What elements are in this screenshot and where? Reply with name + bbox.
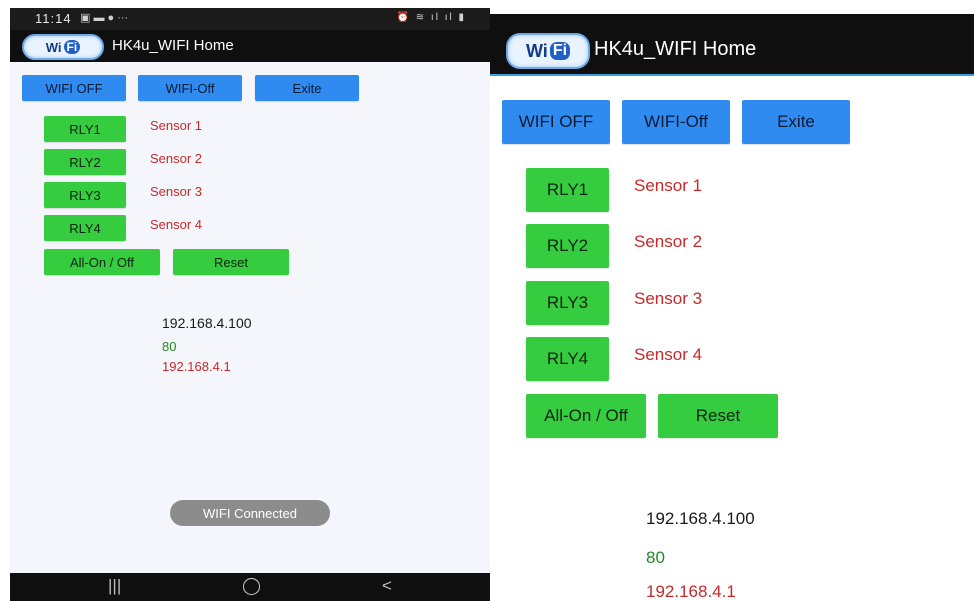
relay-3-button[interactable]: RLY3 <box>44 182 126 208</box>
app-title: HK4u_WIFI Home <box>112 37 234 54</box>
all-on-off-button[interactable]: All-On / Off <box>44 249 160 275</box>
sensor-2-label: Sensor 2 <box>150 151 203 166</box>
reset-button-zoomed[interactable]: Reset <box>658 394 778 438</box>
sensor-1-label: Sensor 1 <box>150 118 203 133</box>
wifi-logo-icon-zoomed: Wi Fi <box>506 33 590 69</box>
wifi-connected-toast: WIFI Connected <box>170 500 330 526</box>
relay-3-button-zoomed[interactable]: RLY3 <box>526 281 609 325</box>
relay-1-button[interactable]: RLY1 <box>44 116 126 142</box>
relay-1-button-zoomed[interactable]: RLY1 <box>526 168 609 212</box>
app-bar-zoomed: Wi Fi HK4u_WIFI Home <box>490 14 974 76</box>
gateway-address: 192.168.4.1 <box>162 359 231 374</box>
all-on-off-button-zoomed[interactable]: All-On / Off <box>526 394 646 438</box>
exit-button[interactable]: Exite <box>255 75 359 101</box>
status-time: 11:14 <box>35 11 72 26</box>
wifi-logo-icon: Wi Fi <box>22 34 104 60</box>
relay-4-button[interactable]: RLY4 <box>44 215 126 241</box>
logo-text-wi-zoomed: Wi <box>525 40 548 61</box>
main-content: WIFI OFF WIFI-Off Exite RLY1 Sensor 1 RL… <box>10 62 490 572</box>
reset-button[interactable]: Reset <box>173 249 289 275</box>
home-icon[interactable]: ◯ <box>242 576 261 596</box>
system-nav-bar: ||| ◯ < <box>10 573 490 601</box>
logo-text-fi-zoomed: Fi <box>549 42 571 60</box>
port-number-zoomed: 80 <box>646 548 665 567</box>
sensor-3-label-zoomed: Sensor 3 <box>634 289 703 308</box>
gateway-address-zoomed: 192.168.4.1 <box>646 582 736 601</box>
phone-screen-left: 11:14 ▣ ▬ ● ··· ⏰ ≋ ıl ıl ▮ Wi Fi HK4u_W… <box>10 8 490 601</box>
sensor-2-label-zoomed: Sensor 2 <box>634 232 703 251</box>
signal-battery-icons: ⏰ ≋ ıl ıl ▮ <box>396 12 466 23</box>
wifi-off-secondary-button[interactable]: WIFI-Off <box>138 75 242 101</box>
wifi-off-secondary-button-zoomed[interactable]: WIFI-Off <box>622 100 730 144</box>
logo-text-wi: Wi <box>45 39 62 55</box>
sensor-3-label: Sensor 3 <box>150 184 203 199</box>
app-bar: Wi Fi HK4u_WIFI Home <box>10 30 490 62</box>
exit-button-zoomed[interactable]: Exite <box>742 100 850 144</box>
port-number: 80 <box>162 339 177 354</box>
wifi-off-button[interactable]: WIFI OFF <box>22 75 126 101</box>
sensor-4-label-zoomed: Sensor 4 <box>634 345 703 364</box>
recent-apps-icon[interactable]: ||| <box>108 576 121 596</box>
relay-4-button-zoomed[interactable]: RLY4 <box>526 337 609 381</box>
ip-address-zoomed: 192.168.4.100 <box>646 509 755 528</box>
relay-2-button[interactable]: RLY2 <box>44 149 126 175</box>
back-icon[interactable]: < <box>382 576 392 596</box>
wifi-off-button-zoomed[interactable]: WIFI OFF <box>502 100 610 144</box>
status-bar: 11:14 ▣ ▬ ● ··· ⏰ ≋ ıl ıl ▮ <box>10 8 490 30</box>
sensor-4-label: Sensor 4 <box>150 217 203 232</box>
phone-screen-right: Wi Fi HK4u_WIFI Home WIFI OFF WIFI-Off E… <box>490 14 974 601</box>
notification-icons: ▣ ▬ ● ··· <box>80 12 129 24</box>
logo-text-fi: Fi <box>63 40 81 54</box>
ip-address: 192.168.4.100 <box>162 315 252 331</box>
relay-2-button-zoomed[interactable]: RLY2 <box>526 224 609 268</box>
app-title-zoomed: HK4u_WIFI Home <box>594 38 757 60</box>
sensor-1-label-zoomed: Sensor 1 <box>634 176 703 195</box>
